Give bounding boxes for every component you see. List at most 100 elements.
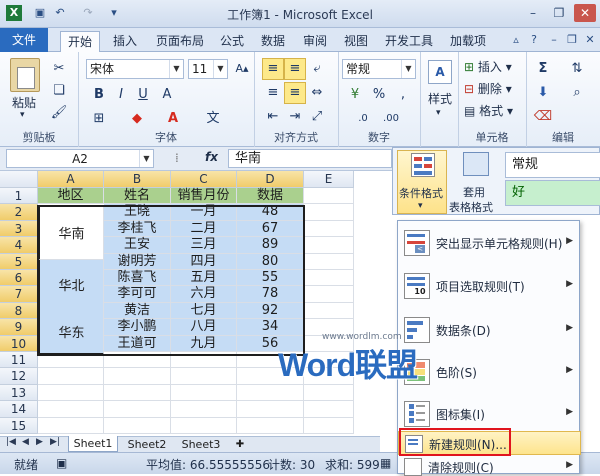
fill-icon[interactable]: ⬇ bbox=[532, 82, 554, 104]
cell-style-good[interactable]: 好 bbox=[505, 180, 600, 206]
menu-item-icon-sets[interactable]: 图标集(I) ▶ bbox=[398, 397, 581, 429]
autosum-icon[interactable]: Σ bbox=[532, 58, 554, 80]
cell-style-normal[interactable]: 常规 bbox=[505, 152, 600, 178]
cut-icon[interactable]: ✂ bbox=[48, 58, 70, 80]
table-header-cell[interactable]: 姓名 bbox=[104, 188, 171, 205]
empty-cell[interactable] bbox=[171, 368, 237, 385]
table-cell-value[interactable]: 34 bbox=[237, 319, 304, 336]
tab-addins[interactable]: 加载项 bbox=[443, 31, 493, 52]
row-header-6[interactable]: 6 bbox=[0, 270, 38, 287]
align-center-icon[interactable]: ≡ bbox=[284, 82, 306, 104]
row-header-2[interactable]: 2 bbox=[0, 204, 38, 221]
empty-cell[interactable] bbox=[104, 401, 171, 418]
row-header-11[interactable]: 11 bbox=[0, 352, 38, 369]
underline-icon[interactable]: U bbox=[132, 84, 154, 106]
table-cell-month[interactable]: 九月 bbox=[171, 335, 237, 352]
empty-cell[interactable] bbox=[237, 368, 304, 385]
paste-label[interactable]: 粘贴 bbox=[12, 94, 36, 111]
tab-home[interactable]: 开始 bbox=[60, 31, 101, 54]
sheet-nav-first-icon[interactable]: |◀ bbox=[6, 437, 16, 447]
table-cell-value[interactable]: 55 bbox=[237, 270, 304, 287]
tab-data[interactable]: 数据 bbox=[254, 31, 292, 52]
table-cell-month[interactable]: 六月 bbox=[171, 286, 237, 303]
table-cell-value[interactable]: 80 bbox=[237, 253, 304, 270]
row-header-8[interactable]: 8 bbox=[0, 302, 38, 320]
chevron-down-icon[interactable]: ▼ bbox=[213, 60, 227, 78]
row-header-1[interactable]: 1 bbox=[0, 188, 38, 205]
normal-view-icon[interactable]: ▦ bbox=[380, 456, 391, 470]
minimize-workbook-icon[interactable]: – bbox=[546, 32, 562, 48]
align-left-icon[interactable]: ≡ bbox=[262, 82, 284, 104]
table-cell-value[interactable]: 89 bbox=[237, 237, 304, 254]
macro-record-icon[interactable]: ▣ bbox=[56, 456, 67, 470]
table-cell-value[interactable]: 67 bbox=[237, 220, 304, 238]
empty-cell[interactable] bbox=[304, 417, 354, 434]
restore-workbook-icon[interactable]: ❐ bbox=[564, 32, 580, 48]
tab-review[interactable]: 审阅 bbox=[296, 31, 334, 52]
borders-icon[interactable]: ⊞ bbox=[88, 108, 110, 130]
empty-cell[interactable] bbox=[304, 368, 354, 385]
table-cell-name[interactable]: 王道可 bbox=[104, 335, 171, 352]
increase-decimal-icon[interactable]: .0 bbox=[352, 108, 374, 130]
tab-file[interactable]: 文件 bbox=[0, 28, 49, 52]
percent-icon[interactable]: % bbox=[368, 84, 390, 106]
table-header-cell[interactable]: 地区 bbox=[38, 188, 104, 205]
chevron-down-icon[interactable]: ▼ bbox=[169, 60, 183, 78]
empty-cell[interactable] bbox=[304, 335, 354, 352]
empty-cell[interactable] bbox=[38, 417, 104, 434]
italic-icon[interactable]: I bbox=[110, 84, 132, 106]
format-as-table-button[interactable]: 套用 表格格式 bbox=[449, 150, 501, 214]
paste-dropdown-icon[interactable]: ▾ bbox=[20, 110, 25, 120]
region-cell-east[interactable]: 华东 bbox=[38, 309, 104, 355]
empty-cell[interactable] bbox=[104, 368, 171, 385]
format-painter-icon[interactable]: 🖌 bbox=[48, 102, 70, 124]
table-cell-month[interactable]: 四月 bbox=[171, 253, 237, 270]
column-header-a[interactable]: A bbox=[38, 171, 104, 188]
collapse-ribbon-icon[interactable]: ▵ bbox=[508, 32, 524, 48]
wrap-text-icon[interactable]: ⤶ bbox=[306, 58, 328, 80]
empty-cell[interactable] bbox=[304, 253, 354, 270]
table-cell-value[interactable]: 56 bbox=[237, 335, 304, 352]
table-cell-name[interactable]: 黄洁 bbox=[104, 302, 171, 320]
increase-indent-icon[interactable]: ⇥ bbox=[284, 106, 306, 128]
empty-cell[interactable] bbox=[171, 401, 237, 418]
formula-bar-handle[interactable]: ⁞ bbox=[175, 151, 179, 165]
menu-item-color-scales[interactable]: 色阶(S) ▶ bbox=[398, 355, 581, 387]
table-cell-month[interactable]: 八月 bbox=[171, 319, 237, 336]
decrease-indent-icon[interactable]: ⇤ bbox=[262, 106, 284, 128]
sheet-tab-2[interactable]: Sheet2 bbox=[122, 437, 172, 452]
row-header-10[interactable]: 10 bbox=[0, 335, 38, 352]
empty-cell[interactable] bbox=[38, 401, 104, 418]
empty-cell[interactable] bbox=[237, 352, 304, 369]
close-workbook-icon[interactable]: ✕ bbox=[582, 32, 598, 48]
empty-cell[interactable] bbox=[304, 352, 354, 369]
empty-cell[interactable] bbox=[304, 204, 354, 221]
menu-item-clear-rules[interactable]: 清除规则(C) ▶ bbox=[398, 457, 581, 476]
empty-cell[interactable] bbox=[38, 384, 104, 402]
sheet-nav-last-icon[interactable]: ▶| bbox=[50, 437, 60, 447]
table-cell-name[interactable]: 王晓 bbox=[104, 204, 171, 221]
comma-icon[interactable]: , bbox=[392, 84, 414, 106]
table-cell-month[interactable]: 一月 bbox=[171, 204, 237, 221]
currency-icon[interactable]: ¥ bbox=[344, 84, 366, 106]
minimize-icon[interactable]: – bbox=[522, 4, 544, 22]
empty-cell[interactable] bbox=[237, 417, 304, 434]
table-cell-name[interactable]: 李桂飞 bbox=[104, 220, 171, 238]
sheet-tab-3[interactable]: Sheet3 bbox=[176, 437, 226, 452]
table-cell-month[interactable]: 五月 bbox=[171, 270, 237, 287]
worksheet-grid[interactable]: ABCDE 1 2 3 4 5 6 7 8 9 10 11 12 13 14 15 地区 姓名 销售月份 数据 王晓… bbox=[0, 171, 355, 436]
row-header-14[interactable]: 14 bbox=[0, 401, 38, 418]
select-all-corner[interactable] bbox=[0, 171, 38, 188]
row-header-9[interactable]: 9 bbox=[0, 319, 38, 336]
row-header-7[interactable]: 7 bbox=[0, 286, 38, 303]
table-cell-name[interactable]: 王安 bbox=[104, 237, 171, 254]
empty-cell[interactable] bbox=[304, 319, 354, 336]
formula-input[interactable]: 华南 bbox=[228, 149, 392, 168]
empty-cell[interactable] bbox=[104, 352, 171, 369]
tab-insert[interactable]: 插入 bbox=[106, 31, 144, 52]
empty-cell[interactable] bbox=[38, 368, 104, 385]
table-cell-value[interactable]: 78 bbox=[237, 286, 304, 303]
grow-font-icon[interactable]: A▴ bbox=[231, 58, 253, 80]
align-middle-icon[interactable]: ≡ bbox=[284, 58, 306, 80]
phonetic-icon[interactable]: 文 bbox=[202, 108, 224, 130]
